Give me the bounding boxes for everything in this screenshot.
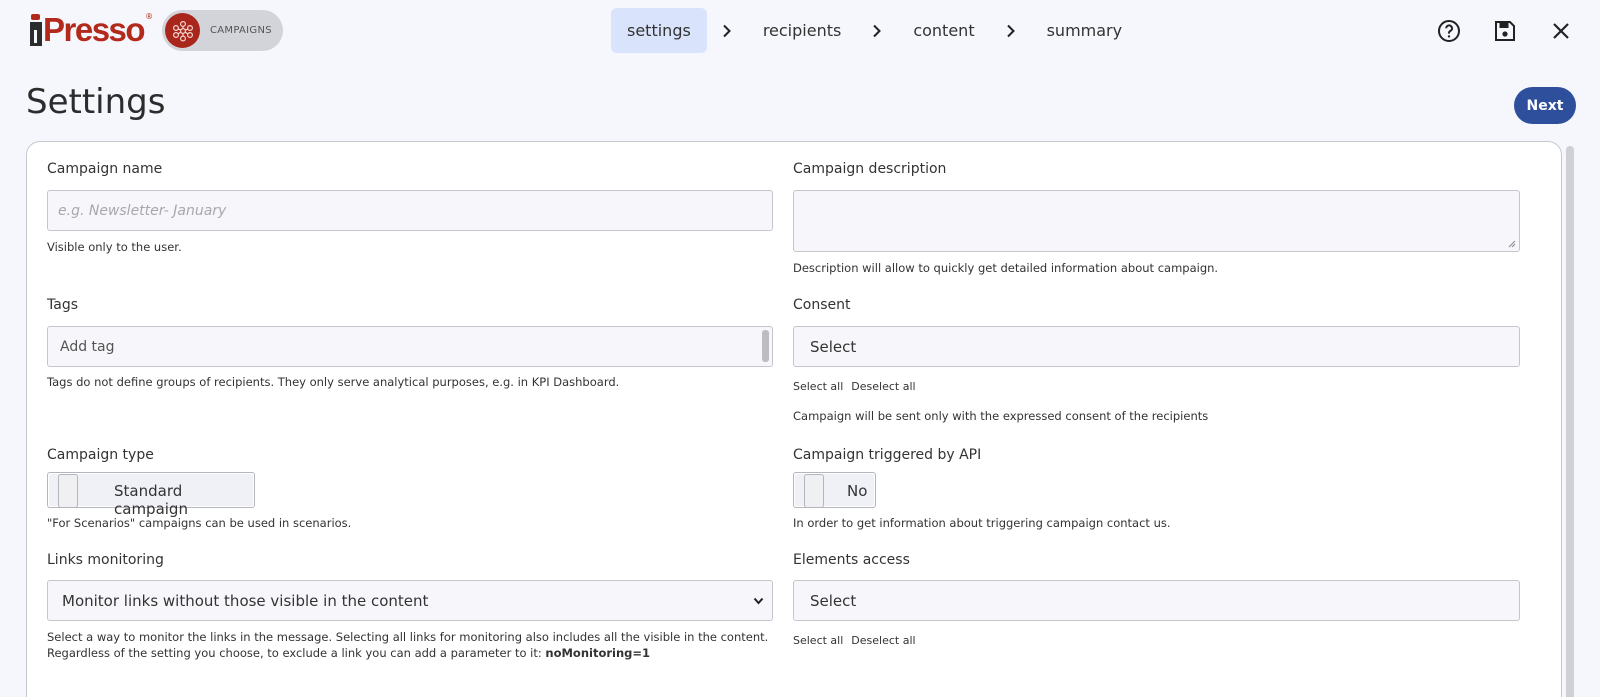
links-monitoring-help-line1: Select a way to monitor the links in the… (47, 630, 769, 644)
wizard-stepper: settings recipients content summary (611, 8, 1138, 53)
logo-text: Presso (43, 11, 146, 48)
tags-placeholder: Add tag (60, 339, 115, 355)
chevron-down-icon (753, 597, 764, 605)
step-content[interactable]: content (897, 8, 990, 53)
top-actions (1436, 18, 1574, 44)
logo-registered-mark: ® (145, 12, 154, 21)
logo-i-mark (30, 14, 42, 46)
links-monitoring-help-line2: Regardless of the setting you choose, to… (47, 645, 787, 661)
save-disk-icon[interactable] (1492, 18, 1518, 44)
elements-access-select[interactable]: Select (793, 580, 1520, 621)
page-title: Settings (26, 82, 166, 122)
chevron-right-icon (707, 24, 747, 38)
api-trigger-value: No (847, 482, 868, 500)
close-icon[interactable] (1548, 18, 1574, 44)
toggle-knob[interactable] (804, 474, 824, 508)
step-summary[interactable]: summary (1031, 8, 1139, 53)
consent-deselect-all-link[interactable]: Deselect all (851, 380, 915, 393)
tags-scroll-thumb[interactable] (762, 330, 769, 362)
campaign-type-value: Standard campaign (114, 482, 188, 518)
resize-grip-icon[interactable] (1508, 240, 1516, 248)
step-recipients[interactable]: recipients (747, 8, 858, 53)
campaigns-network-icon (165, 13, 200, 48)
tags-help: Tags do not define groups of recipients.… (47, 375, 620, 389)
api-trigger-label: Campaign triggered by API (793, 447, 982, 463)
api-trigger-help: In order to get information about trigge… (793, 516, 1171, 530)
elements-access-select-value: Select (810, 591, 857, 610)
consent-label: Consent (793, 297, 851, 313)
elements-access-select-all-link[interactable]: Select all (793, 634, 843, 647)
module-label: CAMPAIGNS (210, 25, 272, 36)
campaign-description-label: Campaign description (793, 161, 947, 177)
next-button[interactable]: Next (1514, 87, 1576, 124)
no-monitoring-param: noMonitoring=1 (545, 646, 651, 660)
tags-input[interactable]: Add tag (47, 326, 773, 367)
elements-access-select-links: Select all Deselect all (793, 634, 924, 647)
consent-select[interactable]: Select (793, 326, 1520, 367)
campaign-type-label: Campaign type (47, 447, 154, 463)
links-monitoring-label: Links monitoring (47, 552, 164, 568)
links-monitoring-help-text: Regardless of the setting you choose, to… (47, 646, 542, 660)
campaign-type-help: "For Scenarios" campaigns can be used in… (47, 516, 352, 530)
chevron-right-icon (991, 24, 1031, 38)
consent-help: Campaign will be sent only with the expr… (793, 409, 1209, 423)
elements-access-deselect-all-link[interactable]: Deselect all (851, 634, 915, 647)
consent-select-all-link[interactable]: Select all (793, 380, 843, 393)
toggle-knob[interactable] (58, 474, 78, 508)
elements-access-label: Elements access (793, 552, 910, 568)
consent-select-links: Select all Deselect all (793, 380, 924, 393)
campaign-name-help: Visible only to the user. (47, 240, 182, 254)
consent-select-value: Select (810, 337, 857, 356)
api-trigger-toggle[interactable]: No (793, 472, 876, 508)
tags-label: Tags (47, 297, 78, 313)
links-monitoring-help: Select a way to monitor the links in the… (47, 629, 787, 661)
links-monitoring-value: Monitor links without those visible in t… (62, 591, 429, 610)
campaign-type-toggle[interactable]: Standard campaign (47, 472, 255, 518)
top-bar: Presso ® CAMPAIGNS settings recipients c… (0, 0, 1600, 62)
campaign-description-textarea[interactable] (793, 190, 1520, 252)
campaign-description-help: Description will allow to quickly get de… (793, 261, 1219, 275)
scrollbar[interactable] (1566, 146, 1574, 697)
step-settings[interactable]: settings (611, 8, 707, 53)
campaign-name-label: Campaign name (47, 161, 163, 177)
campaign-name-input[interactable] (47, 190, 773, 231)
chevron-right-icon (857, 24, 897, 38)
ipresso-logo[interactable]: Presso ® (30, 10, 153, 46)
links-monitoring-select[interactable]: Monitor links without those visible in t… (47, 580, 773, 621)
help-circle-icon[interactable] (1436, 18, 1462, 44)
module-switcher[interactable]: CAMPAIGNS (162, 10, 283, 51)
